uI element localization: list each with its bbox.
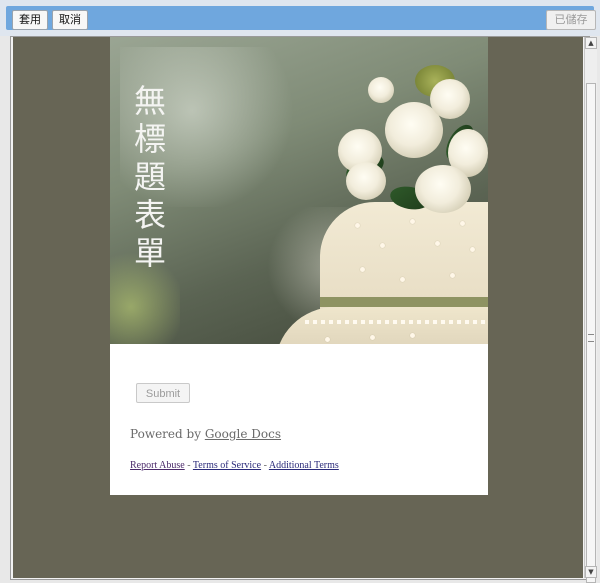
saved-button[interactable]: 已儲存: [546, 10, 596, 30]
cake-dot: [380, 243, 385, 248]
footer-separator: -: [263, 460, 267, 471]
cake-dot: [470, 247, 475, 252]
footer-links: Report Abuse - Terms of Service - Additi…: [130, 460, 339, 471]
apply-button[interactable]: 套用: [12, 10, 48, 30]
additional-terms-link[interactable]: Additional Terms: [269, 460, 339, 471]
cake-dot: [325, 337, 330, 342]
terms-of-service-link[interactable]: Terms of Service: [193, 460, 261, 471]
grip-icon: [588, 334, 594, 342]
cake-dot: [355, 223, 360, 228]
cake-dot: [410, 333, 415, 338]
cake-dot: [400, 277, 405, 282]
submit-button[interactable]: Submit: [136, 383, 190, 403]
powered-by-text: Powered by Google Docs: [130, 427, 281, 441]
cake-dot: [370, 335, 375, 340]
scrollbar-thumb[interactable]: [586, 83, 596, 583]
google-docs-link[interactable]: Google Docs: [205, 427, 281, 441]
report-abuse-link[interactable]: Report Abuse: [130, 460, 185, 471]
cake-ribbon: [320, 297, 488, 307]
rose: [430, 79, 470, 119]
powered-by-prefix: Powered by: [130, 427, 201, 441]
vertical-scrollbar[interactable]: ▲ ▼: [584, 37, 597, 583]
scroll-up-arrow-icon[interactable]: ▲: [585, 37, 597, 49]
rose: [368, 77, 394, 103]
rose: [346, 162, 386, 200]
cancel-button[interactable]: 取消: [52, 10, 88, 30]
toolbar: [0, 0, 600, 36]
cake-dot: [450, 273, 455, 278]
scroll-down-arrow-icon[interactable]: ▼: [585, 566, 597, 578]
cake-pearls: [305, 320, 488, 324]
rose: [415, 165, 471, 213]
cake-dot: [460, 221, 465, 226]
form-title: 無標題表單: [133, 82, 166, 272]
footer-separator: -: [187, 460, 191, 471]
cake-dot: [360, 267, 365, 272]
toolbar-bar: [6, 6, 594, 30]
cake-dot: [410, 219, 415, 224]
cake-dot: [435, 241, 440, 246]
cake-bottom-tier: [275, 307, 488, 344]
